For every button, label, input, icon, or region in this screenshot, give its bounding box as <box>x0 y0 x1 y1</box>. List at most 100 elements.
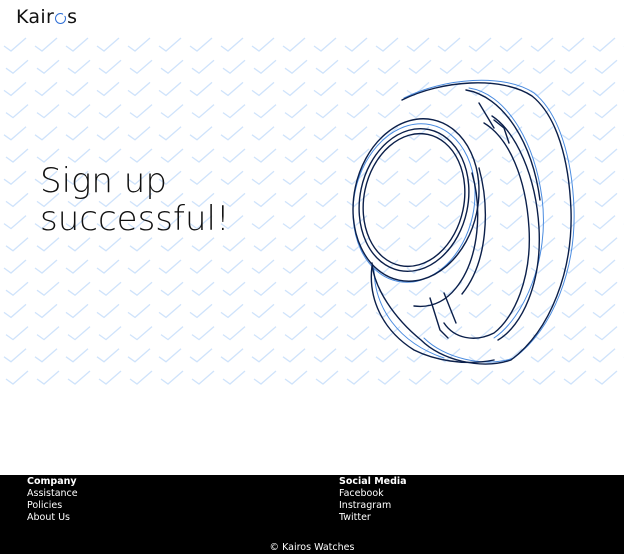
checkmark-icon <box>315 148 339 163</box>
checkmark-icon <box>189 81 213 97</box>
checkmark-icon <box>222 59 246 75</box>
footer-social-column: Social Media Facebook Instragram Twitter <box>339 475 407 524</box>
checkmark-icon <box>282 303 306 319</box>
checkmark-icon <box>253 326 277 341</box>
checkmark-icon <box>594 148 618 163</box>
checkmark-icon <box>67 370 91 385</box>
checkmark-icon <box>191 326 215 341</box>
checkmark-icon <box>96 81 120 97</box>
checkmark-icon <box>3 215 27 230</box>
checkmark-icon <box>315 192 339 208</box>
checkmark-icon <box>98 237 122 252</box>
checkmark-icon <box>65 259 89 274</box>
checkmark-icon <box>470 370 494 385</box>
checkmark-icon <box>129 370 153 385</box>
checkmark-icon <box>34 348 58 363</box>
checkmark-icon <box>129 326 153 341</box>
checkmark-icon <box>282 126 306 141</box>
checkmark-icon <box>220 259 244 274</box>
checkmark-icon <box>594 104 618 119</box>
checkmark-icon <box>284 59 308 75</box>
footer-link-about-us[interactable]: About Us <box>27 512 78 524</box>
checkmark-icon <box>158 126 182 141</box>
checkmark-icon <box>189 259 213 274</box>
checkmark-icon <box>594 370 618 385</box>
checkmark-icon <box>65 37 89 52</box>
checkmark-icon <box>5 104 29 119</box>
footer-link-twitter[interactable]: Twitter <box>339 512 407 524</box>
checkmark-icon <box>592 259 616 274</box>
checkmark-icon <box>158 259 182 274</box>
checkmark-icon <box>375 37 399 52</box>
checkmark-icon <box>532 370 556 385</box>
checkmark-icon <box>220 348 244 363</box>
checkmark-icon <box>96 348 120 363</box>
checkmark-icon <box>592 37 616 52</box>
checkmark-icon <box>592 126 616 141</box>
footer-link-assistance[interactable]: Assistance <box>27 488 78 500</box>
checkmark-icon <box>96 259 120 274</box>
checkmark-icon <box>5 281 29 297</box>
footer-link-instagram[interactable]: Instragram <box>339 500 407 512</box>
checkmark-icon <box>189 348 213 363</box>
checkmark-icon <box>251 348 275 363</box>
checkmark-icon <box>284 326 308 341</box>
headline-line-2: successful! <box>40 199 230 239</box>
checkmark-icon <box>191 370 215 385</box>
checkmark-icon <box>344 37 368 52</box>
checkmark-icon <box>189 303 213 319</box>
checkmark-icon <box>5 192 29 208</box>
checkmark-icon <box>315 59 339 75</box>
footer-link-policies[interactable]: Policies <box>27 500 78 512</box>
logo-text-prefix: Kair <box>16 6 55 28</box>
checkmark-icon <box>284 148 308 163</box>
checkmark-icon <box>282 259 306 274</box>
checkmark-icon <box>67 326 91 341</box>
checkmark-icon <box>191 59 215 75</box>
checkmark-icon <box>592 303 616 319</box>
checkmark-icon <box>129 104 153 119</box>
checkmark-icon <box>98 370 122 385</box>
logo[interactable]: Kair s <box>16 6 77 28</box>
checkmark-icon <box>36 59 60 75</box>
checkmark-icon <box>313 126 337 141</box>
checkmark-icon <box>313 81 337 97</box>
footer-link-facebook[interactable]: Facebook <box>339 488 407 500</box>
checkmark-icon <box>284 370 308 385</box>
checkmark-icon <box>313 259 337 274</box>
checkmark-icon <box>222 370 246 385</box>
checkmark-icon <box>594 281 618 297</box>
checkmark-icon <box>313 215 337 230</box>
checkmark-icon <box>36 281 60 297</box>
hero-section: Sign up successful! <box>0 34 624 394</box>
checkmark-icon <box>96 303 120 319</box>
checkmark-icon <box>160 104 184 119</box>
checkmark-icon <box>437 37 461 52</box>
page-title: Sign up successful! <box>40 162 300 238</box>
checkmark-icon <box>3 81 27 97</box>
checkmark-icon <box>96 126 120 141</box>
checkmark-icon <box>499 37 523 52</box>
checkmark-icon <box>222 281 246 297</box>
checkmark-icon <box>129 237 153 252</box>
checkmark-icon <box>67 237 91 252</box>
checkmark-icon <box>377 370 401 385</box>
footer-company-title: Company <box>27 476 77 487</box>
checkmark-icon <box>253 59 277 75</box>
checkmark-icon <box>5 326 29 341</box>
checkmark-icon <box>3 259 27 274</box>
checkmark-icon <box>284 104 308 119</box>
checkmark-icon <box>284 281 308 297</box>
checkmark-icon <box>3 126 27 141</box>
checkmark-icon <box>127 81 151 97</box>
checkmark-icon <box>158 303 182 319</box>
checkmark-icon <box>3 170 27 186</box>
checkmark-icon <box>313 303 337 319</box>
checkmark-icon <box>34 259 58 274</box>
checkmark-icon <box>127 259 151 274</box>
footer-social-title: Social Media <box>339 476 407 487</box>
logo-text-suffix: s <box>67 6 78 28</box>
checkmark-icon <box>160 281 184 297</box>
checkmark-icon <box>65 126 89 141</box>
checkmark-icon <box>346 370 370 385</box>
